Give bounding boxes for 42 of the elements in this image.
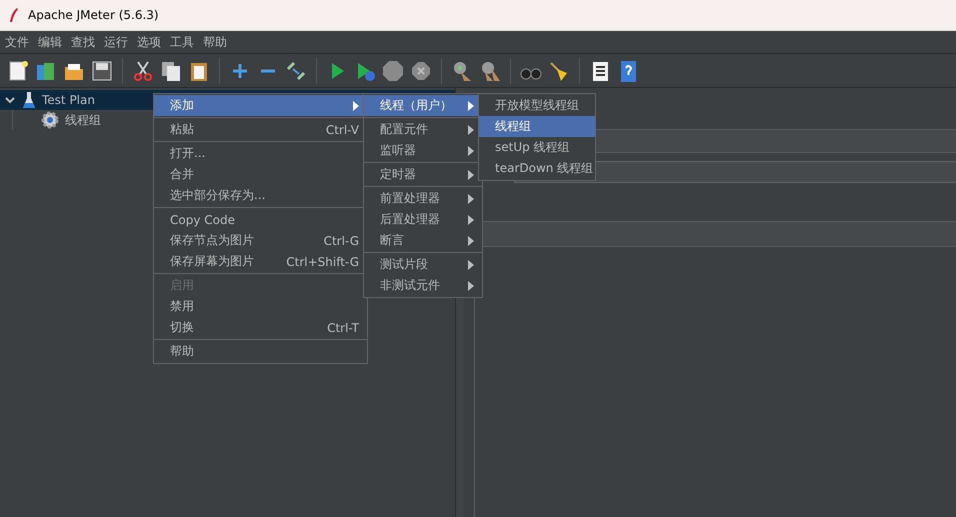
new-file-icon[interactable] <box>7 60 29 82</box>
menu-item[interactable]: 粘贴 Ctrl-V <box>154 119 367 140</box>
tree-item[interactable]: 线程组 <box>65 112 101 128</box>
cut-icon[interactable] <box>132 60 154 82</box>
window-title: Apache JMeter (5.6.3) <box>28 8 159 22</box>
feather-icon <box>8 7 20 23</box>
copy-icon[interactable] <box>160 60 182 82</box>
gear-icon <box>41 111 59 129</box>
menu-item[interactable]: 测试片段 <box>364 254 482 275</box>
tree-item[interactable]: Test Plan <box>42 93 95 107</box>
menu-item[interactable]: 运行 <box>101 34 134 50</box>
shutdown-icon[interactable] <box>410 60 432 82</box>
menu-item[interactable]: 后置处理器 <box>364 209 482 230</box>
menu-item[interactable]: 合并 <box>154 164 367 185</box>
menu-item[interactable]: 工具 <box>167 34 200 50</box>
menu-item[interactable]: 非测试元件 <box>364 275 482 296</box>
menu-item[interactable]: 断言 <box>364 230 482 251</box>
menu-item[interactable]: 前置处理器 <box>364 188 482 209</box>
menu-item[interactable]: 打开... <box>154 143 367 164</box>
save-icon[interactable] <box>91 60 113 82</box>
menu-item[interactable]: 帮助 <box>154 341 367 362</box>
stop-icon[interactable] <box>382 60 404 82</box>
gear-broom-icon[interactable] <box>451 60 473 82</box>
menu-item[interactable]: 选中部分保存为... <box>154 185 367 206</box>
menu-item[interactable]: setUp 线程组 <box>479 137 595 158</box>
menu-item[interactable]: 保存节点为图片 Ctrl-G <box>154 230 367 251</box>
pens-icon[interactable] <box>285 60 307 82</box>
menu-item[interactable]: 切换 Ctrl-T <box>154 317 367 338</box>
gear-brooms-icon[interactable] <box>479 60 501 82</box>
flask-icon <box>22 91 36 109</box>
menu-item[interactable]: Copy Code <box>154 209 367 230</box>
menu-item[interactable]: 帮助 <box>200 34 233 50</box>
menu-item[interactable]: 保存屏幕为图片 Ctrl+Shift-G <box>154 251 367 272</box>
menu-item[interactable]: 线程组 <box>479 116 595 137</box>
menu-item[interactable]: 查找 <box>68 34 101 50</box>
menu-item[interactable]: 文件 <box>2 34 35 50</box>
menu-item[interactable]: 禁用 <box>154 296 367 317</box>
menu-item[interactable]: 开放模型线程组 <box>479 95 595 116</box>
menu-item[interactable]: tearDown 线程组 <box>479 158 595 179</box>
menu-item[interactable]: 编辑 <box>35 34 68 50</box>
menu-item[interactable]: 选项 <box>134 34 167 50</box>
broom-icon[interactable] <box>548 60 570 82</box>
